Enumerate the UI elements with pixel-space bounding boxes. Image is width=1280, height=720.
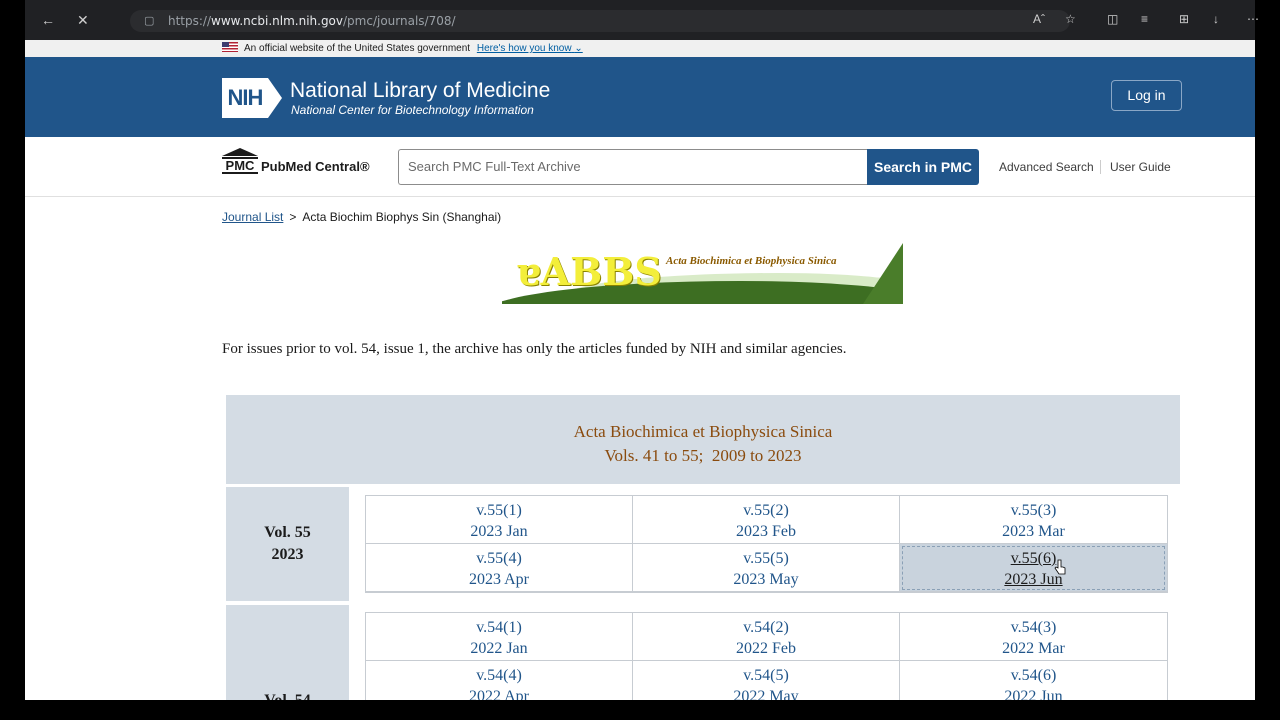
url-prefix: https:// bbox=[168, 14, 212, 28]
issue-grid: v.55(1) 2023 Jan v.55(2) 2023 Feb v.55(3) 2… bbox=[365, 495, 1168, 593]
banner-logo-text: ɐABBS bbox=[516, 249, 662, 294]
favorites-list-icon[interactable]: ≡ bbox=[1141, 12, 1148, 26]
issues-table-range: Vols. 41 to 55; 2009 to 2023 bbox=[604, 446, 802, 465]
issue-link[interactable]: v.54(2) 2022 Feb bbox=[633, 613, 900, 661]
site-subtitle: National Center for Biotechnology Inform… bbox=[291, 103, 534, 117]
issue-link-hovered[interactable]: v.55(6) 2023 Jun bbox=[900, 544, 1167, 592]
url-path: /pmc/journals/708/ bbox=[343, 14, 456, 28]
us-flag-icon bbox=[222, 42, 238, 52]
issue-date: 2023 Feb bbox=[736, 523, 796, 540]
favorite-star-icon[interactable]: ☆ bbox=[1065, 12, 1076, 26]
search-input[interactable]: Search PMC Full-Text Archive bbox=[398, 149, 867, 185]
pmc-search-bar: PMC PubMed Central® Search PMC Full-Text… bbox=[25, 137, 1255, 197]
gov-banner-text: An official website of the United States… bbox=[244, 43, 471, 54]
login-button[interactable]: Log in bbox=[1111, 80, 1182, 111]
link-divider bbox=[1100, 160, 1101, 174]
issue-link[interactable]: v.55(2) 2023 Feb bbox=[633, 496, 900, 544]
read-aloud-icon[interactable]: Aˆ bbox=[1033, 12, 1045, 26]
gov-banner: An official website of the United States… bbox=[25, 40, 1255, 57]
issue-link[interactable]: v.54(1) 2022 Jan bbox=[366, 613, 633, 661]
issue-number: v.55(6) bbox=[1010, 550, 1057, 567]
issue-number: v.55(5) bbox=[743, 550, 789, 567]
volume-label: Vol. 55 2023 bbox=[226, 487, 349, 601]
issues-table-header: Acta Biochimica et Biophysica Sinica Vol… bbox=[226, 395, 1180, 484]
issue-number: v.55(3) bbox=[1010, 502, 1057, 519]
downloads-icon[interactable]: ↓ bbox=[1213, 12, 1219, 26]
issue-date: 2023 Jan bbox=[470, 523, 528, 540]
browser-toolbar: ← ✕ ▢ https://www.ncbi.nlm.nih.gov/pmc/j… bbox=[25, 0, 1259, 40]
issue-number: v.54(6) bbox=[1010, 667, 1057, 684]
user-guide-link[interactable]: User Guide bbox=[1110, 160, 1171, 174]
issue-number: v.55(2) bbox=[743, 502, 789, 519]
advanced-search-link[interactable]: Advanced Search bbox=[999, 160, 1094, 174]
issue-link[interactable]: v.55(4) 2023 Apr bbox=[366, 544, 633, 592]
volume-label: Vol. 54 2022 bbox=[226, 605, 349, 700]
split-screen-icon[interactable]: ◫ bbox=[1107, 12, 1118, 26]
address-bar[interactable]: ▢ https://www.ncbi.nlm.nih.gov/pmc/journ… bbox=[130, 10, 1070, 32]
issue-date: 2022 May bbox=[733, 688, 799, 700]
issue-number: v.55(1) bbox=[476, 502, 522, 519]
issue-number: v.55(4) bbox=[476, 550, 522, 567]
issue-number: v.54(1) bbox=[476, 619, 522, 636]
issue-date: 2023 May bbox=[733, 571, 799, 588]
page-info-icon[interactable]: ▢ bbox=[144, 10, 154, 32]
issue-link[interactable]: v.55(3) 2023 Mar bbox=[900, 496, 1167, 544]
volume-year: 2023 bbox=[271, 546, 304, 563]
pmc-logo-name: PubMed Central® bbox=[261, 159, 370, 174]
issue-date: 2022 Jun bbox=[1004, 688, 1063, 700]
issue-date: 2022 Feb bbox=[736, 640, 796, 657]
issue-number: v.54(3) bbox=[1010, 619, 1057, 636]
pmc-logo-word: PMC bbox=[222, 157, 258, 174]
nih-logo[interactable]: NIH bbox=[222, 78, 284, 118]
issue-number: v.54(2) bbox=[743, 619, 789, 636]
chevron-down-icon: ⌄ bbox=[574, 43, 583, 54]
issue-date: 2023 Jun bbox=[1004, 571, 1063, 588]
journal-banner-image: ɐABBS Acta Biochimica et Biophysica Sini… bbox=[502, 243, 903, 304]
issue-date: 2023 Apr bbox=[469, 571, 529, 588]
issue-link[interactable]: v.54(3) 2022 Mar bbox=[900, 613, 1167, 661]
issue-link[interactable]: v.55(1) 2023 Jan bbox=[366, 496, 633, 544]
banner-subtitle: Acta Biochimica et Biophysica Sinica bbox=[666, 255, 837, 267]
search-button[interactable]: Search in PMC bbox=[867, 149, 979, 185]
web-page: An official website of the United States… bbox=[25, 40, 1255, 700]
hand-pointer-cursor-icon bbox=[1054, 559, 1066, 575]
issue-date: 2022 Apr bbox=[469, 688, 529, 700]
issue-link[interactable]: v.55(5) 2023 May bbox=[633, 544, 900, 592]
volume-number: Vol. 54 bbox=[226, 690, 349, 700]
breadcrumb-separator: > bbox=[289, 210, 297, 224]
nih-header: NIH National Library of Medicine Nationa… bbox=[25, 57, 1255, 137]
back-icon[interactable]: ← bbox=[41, 12, 55, 28]
collections-icon[interactable]: ⊞ bbox=[1179, 12, 1189, 26]
url-host: www.ncbi.nlm.nih.gov bbox=[211, 14, 344, 28]
breadcrumb-current: Acta Biochim Biophys Sin (Shanghai) bbox=[302, 210, 502, 224]
settings-icon[interactable]: ⋯ bbox=[1247, 12, 1259, 26]
issue-link[interactable]: v.54(6) 2022 Jun bbox=[900, 661, 1167, 700]
issue-date: 2023 Mar bbox=[1002, 523, 1065, 540]
issue-date: 2022 Jan bbox=[470, 640, 528, 657]
journal-list-link[interactable]: Journal List bbox=[222, 210, 283, 224]
issue-link[interactable]: v.54(4) 2022 Apr bbox=[366, 661, 633, 700]
pmc-house-icon bbox=[222, 148, 258, 156]
nih-logo-arrow bbox=[268, 78, 282, 118]
close-icon[interactable]: ✕ bbox=[77, 12, 89, 28]
issue-number: v.54(4) bbox=[476, 667, 522, 684]
site-title[interactable]: National Library of Medicine bbox=[290, 79, 550, 103]
issue-link[interactable]: v.54(5) 2022 May bbox=[633, 661, 900, 700]
nih-logo-text: NIH bbox=[222, 78, 268, 118]
archive-notice: For issues prior to vol. 54, issue 1, th… bbox=[222, 341, 847, 357]
issue-number: v.54(5) bbox=[743, 667, 789, 684]
banner-corner bbox=[863, 243, 903, 304]
issue-grid: v.54(1) 2022 Jan v.54(2) 2022 Feb v.54(3) 2… bbox=[365, 612, 1168, 700]
breadcrumb: Journal List > Acta Biochim Biophys Sin (S… bbox=[222, 210, 501, 224]
issues-table-title: Acta Biochimica et Biophysica Sinica bbox=[573, 422, 833, 441]
issue-date: 2022 Mar bbox=[1002, 640, 1065, 657]
volume-number: Vol. 55 bbox=[264, 524, 311, 541]
heres-how-you-know-link[interactable]: Here's how you know ⌄ bbox=[477, 43, 583, 54]
